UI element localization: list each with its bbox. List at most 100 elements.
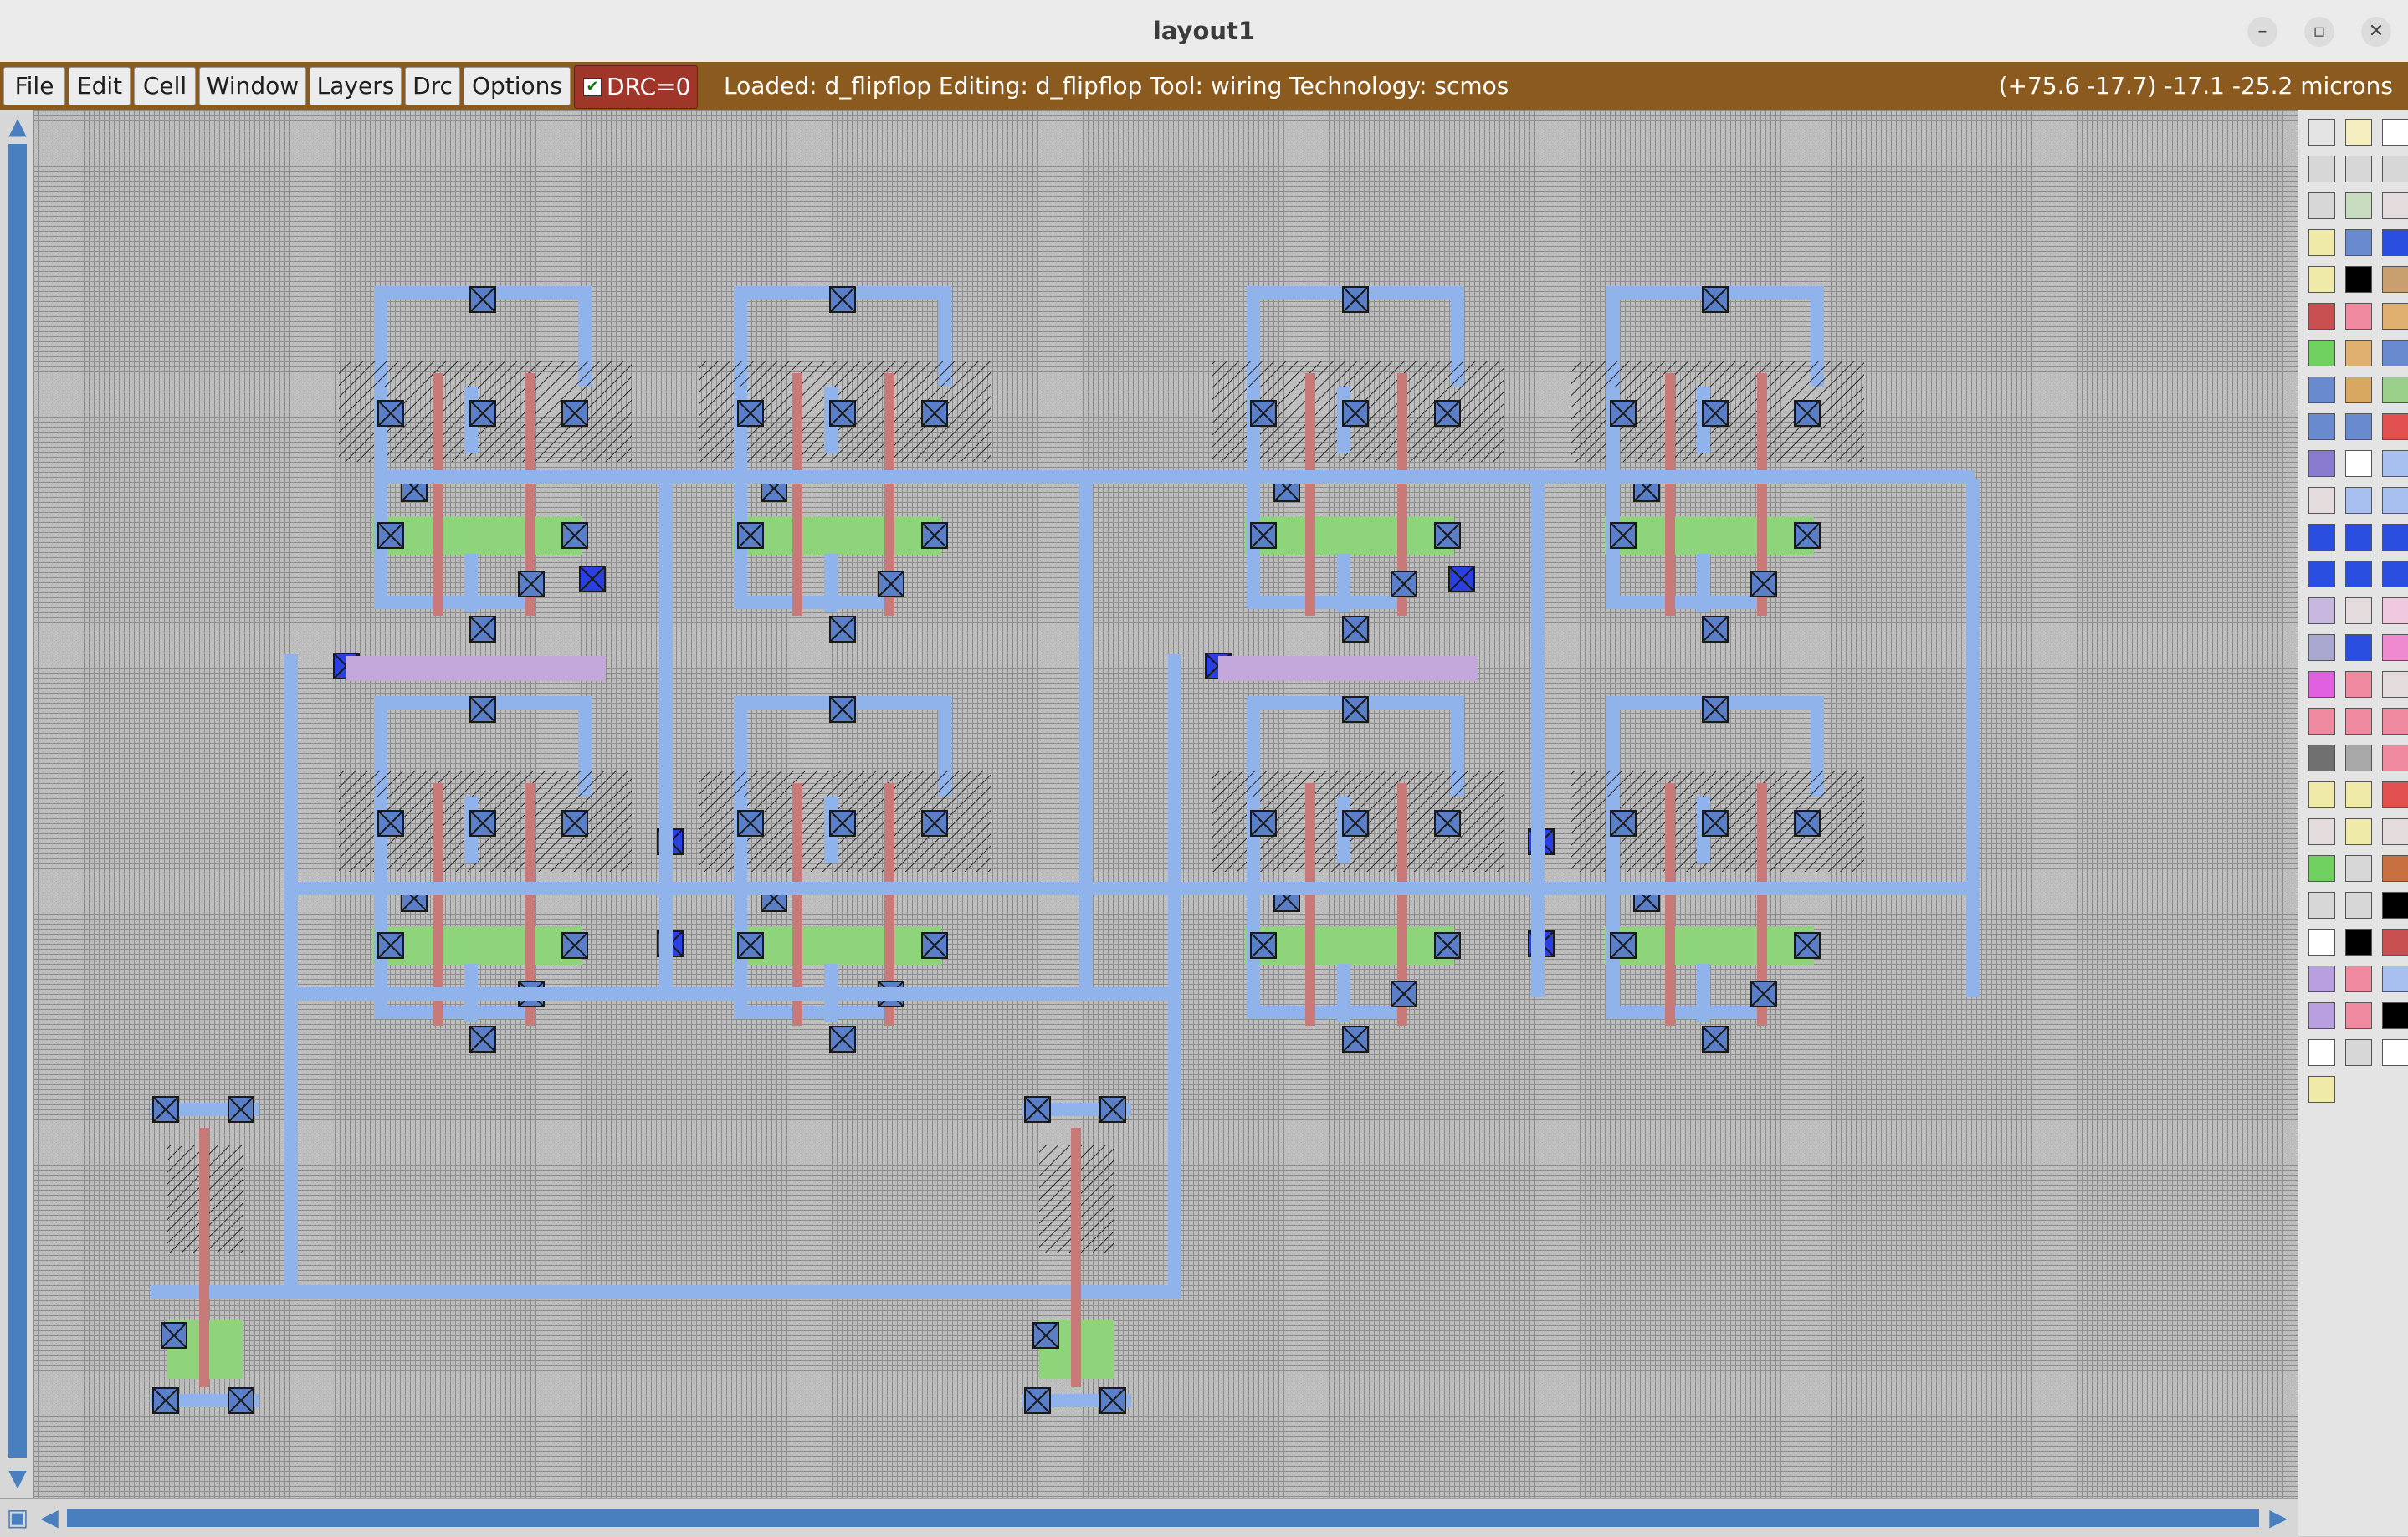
layer-swatch[interactable] [2382, 119, 2408, 146]
layer-swatch[interactable] [2308, 1076, 2335, 1103]
scroll-left-icon[interactable]: ◀ [37, 1505, 62, 1530]
layer-swatch[interactable] [2382, 855, 2408, 882]
layer-swatch[interactable] [2345, 634, 2372, 661]
layer-swatch[interactable] [2382, 671, 2408, 698]
layer-swatch[interactable] [2308, 450, 2335, 477]
layer-swatch[interactable] [2382, 745, 2408, 771]
layer-swatch[interactable] [2382, 929, 2408, 956]
layout-drawing[interactable] [33, 110, 2298, 1498]
layer-swatch[interactable] [2345, 708, 2372, 735]
layer-swatch[interactable] [2308, 340, 2335, 366]
layer-swatch[interactable] [2382, 1002, 2408, 1029]
layer-swatch[interactable] [2308, 708, 2335, 735]
layer-swatch[interactable] [2382, 192, 2408, 219]
layer-swatch[interactable] [2308, 192, 2335, 219]
layer-swatch[interactable] [2345, 781, 2372, 808]
layer-swatch[interactable] [2382, 634, 2408, 661]
layer-swatch[interactable] [2345, 119, 2372, 146]
layer-swatch[interactable] [2382, 266, 2408, 293]
layer-swatch[interactable] [2308, 156, 2335, 182]
layer-swatch[interactable] [2382, 892, 2408, 919]
scroll-down-icon[interactable]: ▼ [5, 1466, 30, 1491]
layer-swatch[interactable] [2382, 966, 2408, 992]
vertical-scrollbar[interactable]: ▲ ▼ [0, 110, 34, 1498]
layer-swatch[interactable] [2308, 266, 2335, 293]
close-button[interactable]: ✕ [2361, 17, 2391, 47]
maximize-button[interactable]: ▫ [2304, 17, 2334, 47]
layer-swatch[interactable] [2308, 634, 2335, 661]
layer-swatch[interactable] [2382, 229, 2408, 256]
layer-swatch[interactable] [2308, 487, 2335, 514]
menu-edit[interactable]: Edit [69, 67, 131, 105]
layer-swatch[interactable] [2345, 487, 2372, 514]
layer-swatch[interactable] [2308, 781, 2335, 808]
layer-swatch[interactable] [2308, 119, 2335, 146]
layer-swatch[interactable] [2345, 340, 2372, 366]
layer-swatch[interactable] [2345, 855, 2372, 882]
layer-swatch[interactable] [2345, 229, 2372, 256]
layer-swatch[interactable] [2345, 1002, 2372, 1029]
layer-swatch[interactable] [2308, 561, 2335, 587]
layer-palette[interactable] [2298, 110, 2408, 1536]
scroll-up-icon[interactable]: ▲ [5, 114, 30, 139]
layer-swatch[interactable] [2345, 892, 2372, 919]
scroll-corner-icon[interactable]: ▣ [5, 1505, 30, 1530]
menu-layers[interactable]: Layers [310, 67, 402, 105]
menu-file[interactable]: File [3, 67, 65, 105]
layer-swatch[interactable] [2382, 1039, 2408, 1066]
layer-swatch[interactable] [2382, 340, 2408, 366]
layer-swatch[interactable] [2308, 671, 2335, 698]
layer-swatch[interactable] [2308, 597, 2335, 624]
layer-swatch[interactable] [2308, 745, 2335, 771]
layer-swatch[interactable] [2308, 524, 2335, 551]
layer-swatch[interactable] [2308, 818, 2335, 845]
layer-swatch[interactable] [2382, 781, 2408, 808]
layer-swatch[interactable] [2345, 524, 2372, 551]
layer-swatch[interactable] [2382, 561, 2408, 587]
drc-checkbox-icon[interactable]: ✔ [583, 78, 602, 96]
layer-swatch[interactable] [2345, 266, 2372, 293]
layer-swatch[interactable] [2382, 487, 2408, 514]
layer-swatch[interactable] [2382, 413, 2408, 440]
layer-swatch[interactable] [2345, 156, 2372, 182]
menu-options[interactable]: Options [464, 67, 571, 105]
layout-canvas[interactable] [33, 110, 2298, 1498]
layer-swatch[interactable] [2345, 413, 2372, 440]
layer-swatch[interactable] [2308, 413, 2335, 440]
layer-swatch[interactable] [2345, 929, 2372, 956]
layer-swatch[interactable] [2345, 818, 2372, 845]
drc-toggle-button[interactable]: ✔ DRC=0 [574, 65, 698, 109]
layer-swatch[interactable] [2308, 855, 2335, 882]
layer-swatch[interactable] [2345, 377, 2372, 403]
layer-swatch[interactable] [2308, 929, 2335, 956]
layer-swatch[interactable] [2345, 966, 2372, 992]
layer-swatch[interactable] [2345, 450, 2372, 477]
layer-swatch[interactable] [2345, 561, 2372, 587]
minimize-button[interactable]: – [2247, 17, 2277, 47]
layer-swatch[interactable] [2382, 156, 2408, 182]
layer-swatch[interactable] [2345, 192, 2372, 219]
layer-swatch[interactable] [2308, 1039, 2335, 1066]
layer-swatch[interactable] [2345, 1039, 2372, 1066]
layer-swatch[interactable] [2345, 597, 2372, 624]
scroll-right-icon[interactable]: ▶ [2266, 1505, 2291, 1530]
layer-swatch[interactable] [2308, 966, 2335, 992]
layer-swatch[interactable] [2382, 818, 2408, 845]
layer-swatch[interactable] [2308, 892, 2335, 919]
layer-swatch[interactable] [2382, 377, 2408, 403]
layer-swatch[interactable] [2382, 597, 2408, 624]
layer-swatch[interactable] [2345, 303, 2372, 330]
vertical-scroll-thumb[interactable] [8, 144, 27, 1458]
layer-swatch[interactable] [2308, 377, 2335, 403]
layer-swatch[interactable] [2382, 708, 2408, 735]
horizontal-scroll-thumb[interactable] [67, 1509, 2259, 1527]
layer-swatch[interactable] [2308, 1002, 2335, 1029]
layer-swatch[interactable] [2345, 671, 2372, 698]
layer-swatch[interactable] [2382, 303, 2408, 330]
menu-drc[interactable]: Drc [405, 67, 460, 105]
layer-swatch[interactable] [2345, 745, 2372, 771]
layer-swatch[interactable] [2308, 229, 2335, 256]
menu-window[interactable]: Window [199, 67, 306, 105]
layer-swatch[interactable] [2382, 450, 2408, 477]
horizontal-scrollbar[interactable]: ▣ ◀ ▶ [0, 1498, 2298, 1537]
